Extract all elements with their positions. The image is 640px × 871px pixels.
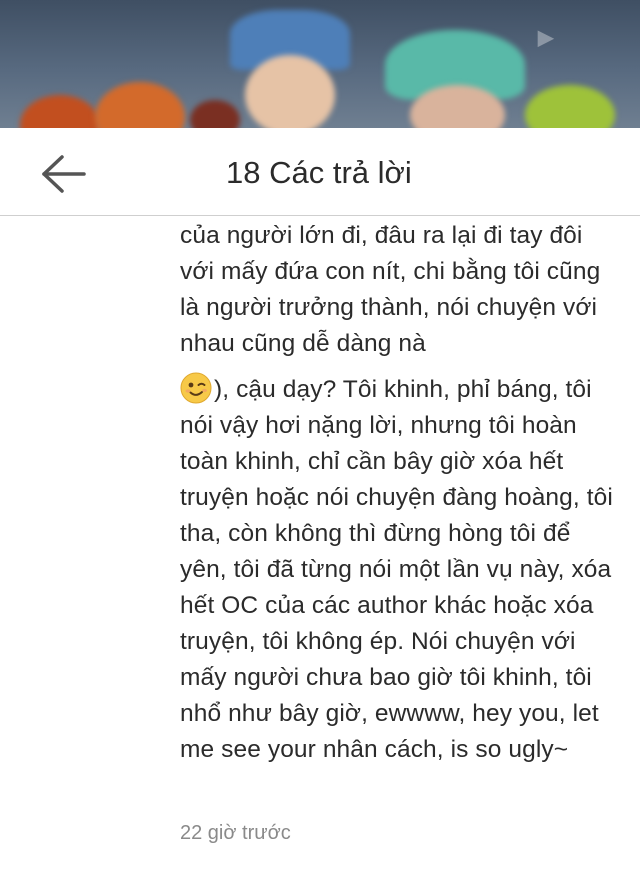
character-hair-green xyxy=(525,85,615,128)
comment-timestamp: 22 giờ trước xyxy=(180,822,291,844)
comment-text-part-1: của người lớn đi, đâu ra lại đi tay đôi … xyxy=(180,222,601,357)
character-shadow xyxy=(190,100,240,128)
character-face xyxy=(245,55,335,128)
page-title: 18 Các trả lời xyxy=(226,155,412,190)
comment-text-part-2: ), cậu dạy? Tôi khinh, phỉ báng, tôi nói… xyxy=(180,376,613,763)
comment-text-part-2-wrapper: ), cậu dạy? Tôi khinh, phỉ báng, tôi nói… xyxy=(180,372,620,768)
character-hair-orange-2 xyxy=(95,82,185,128)
winking-face-icon xyxy=(180,372,212,404)
arrow-left-icon xyxy=(42,155,86,193)
back-button[interactable] xyxy=(38,152,88,196)
cover-image-banner: ▶ xyxy=(0,0,640,128)
reply-comment: của người lớn đi, đâu ra lại đi tay đôi … xyxy=(180,218,620,768)
character-hair-orange xyxy=(20,95,100,128)
replies-header: 18 Các trả lời xyxy=(0,128,640,216)
watermark-logo: ▶ xyxy=(538,27,555,49)
